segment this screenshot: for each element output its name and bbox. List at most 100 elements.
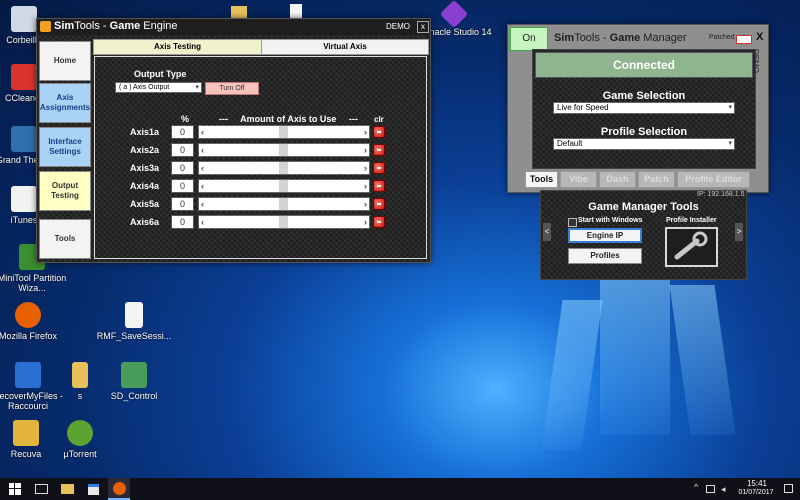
- network-icon[interactable]: [706, 485, 715, 493]
- sidebar-interface-settings[interactable]: Interface Settings: [39, 127, 91, 167]
- recycle-bin-icon: [11, 6, 37, 32]
- start-button[interactable]: [4, 478, 26, 500]
- tools-prev-arrow[interactable]: <: [543, 223, 551, 241]
- chevron-left-icon[interactable]: ‹: [201, 162, 204, 174]
- tab-axis-testing[interactable]: Axis Testing: [93, 39, 262, 55]
- desktop-icon-firefox[interactable]: Mozilla Firefox: [0, 302, 66, 341]
- clear-button[interactable]: [373, 162, 385, 174]
- slider-thumb[interactable]: [279, 162, 288, 174]
- clear-button[interactable]: [373, 216, 385, 228]
- chevron-right-icon[interactable]: ›: [364, 162, 367, 174]
- ip-address-label: IP: 192.168.1.5: [697, 191, 745, 198]
- chevron-right-icon[interactable]: ›: [364, 144, 367, 156]
- clear-button[interactable]: [373, 180, 385, 192]
- task-view-button[interactable]: [30, 478, 52, 500]
- chevron-right-icon[interactable]: ›: [364, 216, 367, 228]
- chevron-left-icon[interactable]: ‹: [201, 126, 204, 138]
- chevron-left-icon[interactable]: ‹: [201, 216, 204, 228]
- taskbar-file-explorer[interactable]: [56, 478, 78, 500]
- gta-icon: [11, 126, 37, 152]
- axis-row: Axis4a 0 ‹ ›: [95, 179, 428, 195]
- tab-profile-editor[interactable]: Profile Editor: [677, 171, 750, 188]
- desktop-icon-label: Mozilla Firefox: [0, 331, 57, 341]
- turn-off-button[interactable]: Turn Off: [205, 82, 259, 95]
- app-logo-icon: [40, 21, 51, 32]
- taskbar: ^ ◂ 15:41 01/07/2017: [0, 478, 800, 500]
- clear-button[interactable]: [373, 198, 385, 210]
- chevron-left-icon[interactable]: ‹: [201, 198, 204, 210]
- taskbar-firefox[interactable]: [108, 478, 130, 500]
- taskbar-date[interactable]: 01/07/2017: [733, 489, 779, 496]
- desktop-icon-label: s: [77, 391, 83, 401]
- axis-percent-input[interactable]: 0: [171, 143, 194, 157]
- axis-amount-slider[interactable]: ‹ ›: [198, 143, 370, 157]
- slider-thumb[interactable]: [279, 216, 288, 228]
- profiles-button[interactable]: Profiles: [568, 248, 642, 264]
- tab-tools[interactable]: Tools: [525, 171, 558, 188]
- axis-amount-slider[interactable]: ‹ ›: [198, 179, 370, 193]
- profile-selection-dropdown[interactable]: Default ▾: [553, 138, 735, 150]
- sidebar-label: Interface Settings: [48, 137, 82, 156]
- tools-title: Game Manager Tools: [588, 201, 699, 213]
- game-selection-dropdown[interactable]: Live for Speed ▾: [553, 102, 735, 114]
- store-icon: [87, 483, 99, 495]
- axis-percent-input[interactable]: 0: [171, 197, 194, 211]
- chevron-right-icon[interactable]: ›: [364, 198, 367, 210]
- desktop-icon-rmf-save[interactable]: RMF_SaveSessi...: [96, 302, 172, 341]
- desktop-icon-label: µTorrent: [63, 449, 97, 459]
- slider-thumb[interactable]: [279, 198, 288, 210]
- chevron-right-icon[interactable]: ›: [364, 180, 367, 192]
- desktop-icon-label: Recuva: [10, 449, 42, 459]
- taskbar-store[interactable]: [82, 478, 104, 500]
- itunes-icon: [11, 186, 37, 212]
- sidebar-output-testing[interactable]: Output Testing: [39, 171, 91, 211]
- axis-percent-input[interactable]: 0: [171, 161, 194, 175]
- axis-percent-input[interactable]: 0: [171, 215, 194, 229]
- taskbar-time[interactable]: 15:41: [742, 479, 772, 488]
- sidebar-home[interactable]: Home: [39, 41, 91, 81]
- tab-vibe[interactable]: Vibe: [560, 171, 597, 188]
- desktop-icon-utorrent[interactable]: µTorrent: [42, 420, 118, 459]
- chevron-right-icon[interactable]: ›: [364, 126, 367, 138]
- axis-percent-input[interactable]: 0: [171, 179, 194, 193]
- slider-thumb[interactable]: [279, 126, 288, 138]
- axis-amount-slider[interactable]: ‹ ›: [198, 125, 370, 139]
- tab-virtual-axis[interactable]: Virtual Axis: [261, 39, 429, 55]
- on-button[interactable]: On: [510, 27, 548, 51]
- sidebar-tools[interactable]: Tools: [39, 219, 91, 259]
- firefox-icon: [112, 481, 126, 495]
- notifications-icon[interactable]: [784, 484, 793, 493]
- task-view-icon: [34, 484, 48, 494]
- output-type-select[interactable]: ( a ) Axis Output ▾: [115, 82, 202, 93]
- tools-next-arrow[interactable]: >: [735, 223, 743, 241]
- desktop-icon-sd-control[interactable]: SD_Control: [96, 362, 172, 401]
- engine-close-button[interactable]: x: [417, 21, 429, 33]
- profile-installer-label: Profile Installer: [666, 217, 717, 224]
- folder-icon: [72, 362, 88, 388]
- axis-amount-slider[interactable]: ‹ ›: [198, 161, 370, 175]
- axis-percent-input[interactable]: 0: [171, 125, 194, 139]
- output-type-label: Output Type: [134, 69, 187, 79]
- tray-chevron-icon[interactable]: ^: [694, 482, 698, 492]
- slider-thumb[interactable]: [279, 180, 288, 192]
- clear-button[interactable]: [373, 126, 385, 138]
- desktop-icon-folder-top[interactable]: [231, 6, 247, 18]
- engine-ip-button[interactable]: Engine IP: [568, 228, 642, 243]
- desktop-icon-file-top[interactable]: [290, 4, 302, 18]
- sidebar-axis-assignments[interactable]: Axis Assignments: [39, 83, 91, 123]
- manager-tab-bar: Tools Vibe Dash Patch Profile Editor: [523, 170, 768, 188]
- manager-close-button[interactable]: X: [756, 31, 763, 43]
- volume-icon[interactable]: ◂: [721, 484, 726, 495]
- desktop-icon-label: iTunes: [10, 215, 38, 225]
- profile-installer-button[interactable]: [665, 227, 718, 267]
- tab-patch[interactable]: Patch: [638, 171, 675, 188]
- tab-dash[interactable]: Dash: [599, 171, 636, 188]
- axis-amount-slider[interactable]: ‹ ›: [198, 215, 370, 229]
- chevron-left-icon[interactable]: ‹: [201, 180, 204, 192]
- axis-amount-slider[interactable]: ‹ ›: [198, 197, 370, 211]
- chevron-left-icon[interactable]: ‹: [201, 144, 204, 156]
- slider-thumb[interactable]: [279, 144, 288, 156]
- folder-icon: [60, 484, 74, 494]
- start-with-windows-checkbox[interactable]: [568, 218, 577, 227]
- clear-button[interactable]: [373, 144, 385, 156]
